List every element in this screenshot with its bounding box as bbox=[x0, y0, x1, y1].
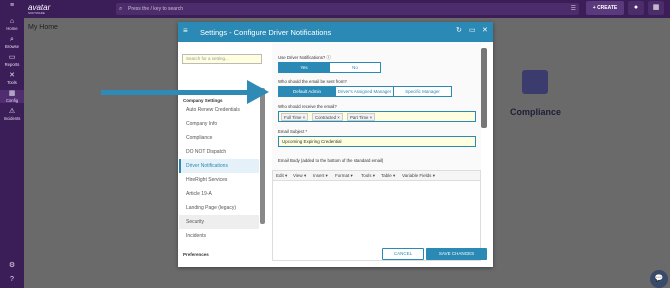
top-header: avatar SOFTWARE ⌕ Press the / key to sea… bbox=[24, 0, 670, 18]
content-scrollbar[interactable] bbox=[481, 48, 487, 128]
settings-sidebar: Search for a setting... Company Settings… bbox=[178, 42, 270, 261]
subject-label: Email Subject * bbox=[278, 129, 308, 134]
sidebar-item-company-info[interactable]: Company Info bbox=[179, 117, 259, 131]
settings-modal: ≡ Settings - Configure Driver Notificati… bbox=[178, 22, 493, 267]
cancel-button[interactable]: CANCEL bbox=[382, 248, 424, 260]
sidebar-scrollbar[interactable] bbox=[260, 88, 265, 224]
config-icon: ▦ bbox=[8, 90, 16, 97]
remove-tag-icon[interactable]: × bbox=[370, 115, 373, 120]
rail-label: Browse bbox=[5, 44, 19, 49]
sent-from-label: Who should the email be sent from? bbox=[278, 79, 347, 84]
rail-label: Config bbox=[5, 98, 19, 103]
rail-item-tools[interactable]: ✕ Tools bbox=[0, 72, 24, 85]
from-specific-manager[interactable]: Specific Manager bbox=[393, 86, 452, 97]
sidebar-item-security[interactable]: Security bbox=[179, 215, 259, 229]
yes-toggle[interactable]: Yes bbox=[278, 62, 330, 73]
rail-label: Incidents bbox=[3, 116, 21, 121]
brand-logo[interactable]: avatar SOFTWARE bbox=[28, 3, 50, 15]
settings-gear-icon[interactable]: ⚙ bbox=[0, 262, 24, 270]
sidebar-item-hireright[interactable]: HireRight Services bbox=[179, 173, 259, 187]
from-assigned-manager[interactable]: Driver's Assigned Manager bbox=[335, 86, 394, 97]
info-icon[interactable]: ⓘ bbox=[326, 55, 330, 60]
tag-full-time[interactable]: Full Time × bbox=[281, 113, 309, 121]
recipients-multiselect[interactable]: Full Time × Contracted × Part Time × bbox=[278, 111, 476, 122]
left-nav-rail: ≡ ⌂ Home ⌕ Browse ▭ Reports ✕ Tools ▦ Co… bbox=[0, 0, 24, 288]
chat-icon[interactable]: 💬 bbox=[650, 270, 668, 288]
search-icon: ⌕ bbox=[119, 6, 123, 12]
sidebar-item-incidents[interactable]: Incidents bbox=[179, 229, 259, 243]
rail-label: Tools bbox=[7, 80, 17, 85]
user-avatar-icon[interactable]: ● bbox=[628, 1, 644, 15]
close-icon[interactable]: ✕ bbox=[482, 26, 488, 34]
menu-table[interactable]: Table ▾ bbox=[381, 171, 395, 181]
menu-edit[interactable]: Edit ▾ bbox=[276, 171, 287, 181]
annotation-arrow-head bbox=[247, 80, 269, 104]
use-notifications-label: Use Driver Notifications? ⓘ bbox=[278, 55, 331, 60]
menu-insert[interactable]: Insert ▾ bbox=[313, 171, 328, 181]
tag-part-time[interactable]: Part Time × bbox=[347, 113, 376, 121]
rail-item-incidents[interactable]: ⚠ Incidents bbox=[0, 108, 24, 121]
rail-item-home[interactable]: ⌂ Home bbox=[0, 18, 24, 31]
menu-icon[interactable]: ≡ bbox=[0, 2, 24, 10]
body-label: Email Body (added to the bottom of the s… bbox=[278, 158, 384, 163]
create-button[interactable]: + CREATE bbox=[586, 1, 624, 15]
hamburger-icon[interactable]: ≡ bbox=[183, 26, 188, 35]
sidebar-item-landing-page[interactable]: Landing Page (legacy) bbox=[179, 201, 259, 215]
sidebar-item-auto-renew[interactable]: Auto Renew Credentials bbox=[179, 103, 259, 117]
settings-content: Use Driver Notifications? ⓘ Yes No Who s… bbox=[272, 42, 493, 261]
folder-search-icon: ⌕ bbox=[10, 36, 14, 43]
filter-icon[interactable]: ☰ bbox=[571, 3, 576, 15]
menu-variable-fields[interactable]: Variable Fields ▾ bbox=[402, 171, 435, 181]
sidebar-item-article-19a[interactable]: Article 19-A bbox=[179, 187, 259, 201]
compliance-tile-label: Compliance bbox=[510, 107, 562, 117]
rail-item-reports[interactable]: ▭ Reports bbox=[0, 54, 24, 67]
annotation-arrow-shaft bbox=[101, 90, 251, 95]
remove-tag-icon[interactable]: × bbox=[337, 115, 340, 120]
compliance-tile-icon[interactable] bbox=[522, 70, 548, 94]
tools-icon: ✕ bbox=[9, 72, 15, 79]
search-placeholder: Press the / key to search bbox=[128, 6, 184, 12]
page-title: My Home bbox=[28, 24, 58, 31]
incidents-icon: ⚠ bbox=[8, 108, 16, 115]
menu-format[interactable]: Format ▾ bbox=[335, 171, 353, 181]
rail-item-config[interactable]: ▦ Config bbox=[0, 90, 24, 103]
minimize-icon[interactable]: ▭ bbox=[469, 26, 476, 34]
modal-title: Settings - Configure Driver Notification… bbox=[200, 28, 332, 37]
save-changes-button[interactable]: SAVE CHANGES bbox=[426, 248, 487, 260]
help-icon[interactable]: ? bbox=[0, 276, 24, 284]
sidebar-item-do-not-dispatch[interactable]: DO NOT Dispatch bbox=[179, 145, 259, 159]
sidebar-item-driver-notifications[interactable]: Driver Notifications bbox=[179, 159, 259, 173]
setting-search-input[interactable]: Search for a setting... bbox=[182, 54, 262, 64]
global-search-input[interactable]: ⌕ Press the / key to search ☰ bbox=[116, 3, 579, 15]
section-preferences: Preferences bbox=[183, 252, 209, 257]
no-toggle[interactable]: No bbox=[329, 62, 381, 73]
editor-menubar: Edit ▾ View ▾ Insert ▾ Format ▾ Tools ▾ … bbox=[273, 171, 480, 181]
rail-label: Reports bbox=[4, 62, 20, 67]
email-subject-input[interactable]: Upcoming Expiring Credential bbox=[278, 136, 476, 147]
home-icon: ⌂ bbox=[9, 18, 15, 25]
receive-label: Who should receive the email? bbox=[278, 104, 337, 109]
tag-contracted[interactable]: Contracted × bbox=[312, 113, 343, 121]
rail-item-browse[interactable]: ⌕ Browse bbox=[0, 36, 24, 49]
rail-label: Home bbox=[6, 26, 18, 31]
menu-view[interactable]: View ▾ bbox=[293, 171, 306, 181]
grid-menu-icon[interactable]: ▦ bbox=[648, 1, 664, 15]
refresh-icon[interactable]: ↻ bbox=[456, 26, 462, 34]
menu-tools[interactable]: Tools ▾ bbox=[361, 171, 375, 181]
remove-tag-icon[interactable]: × bbox=[303, 115, 306, 120]
sidebar-item-compliance[interactable]: Compliance bbox=[179, 131, 259, 145]
folder-icon: ▭ bbox=[8, 54, 16, 61]
modal-header: ≡ Settings - Configure Driver Notificati… bbox=[178, 22, 493, 42]
from-default-admin[interactable]: Default Admin bbox=[278, 86, 336, 97]
settings-form: Use Driver Notifications? ⓘ Yes No Who s… bbox=[272, 42, 481, 261]
